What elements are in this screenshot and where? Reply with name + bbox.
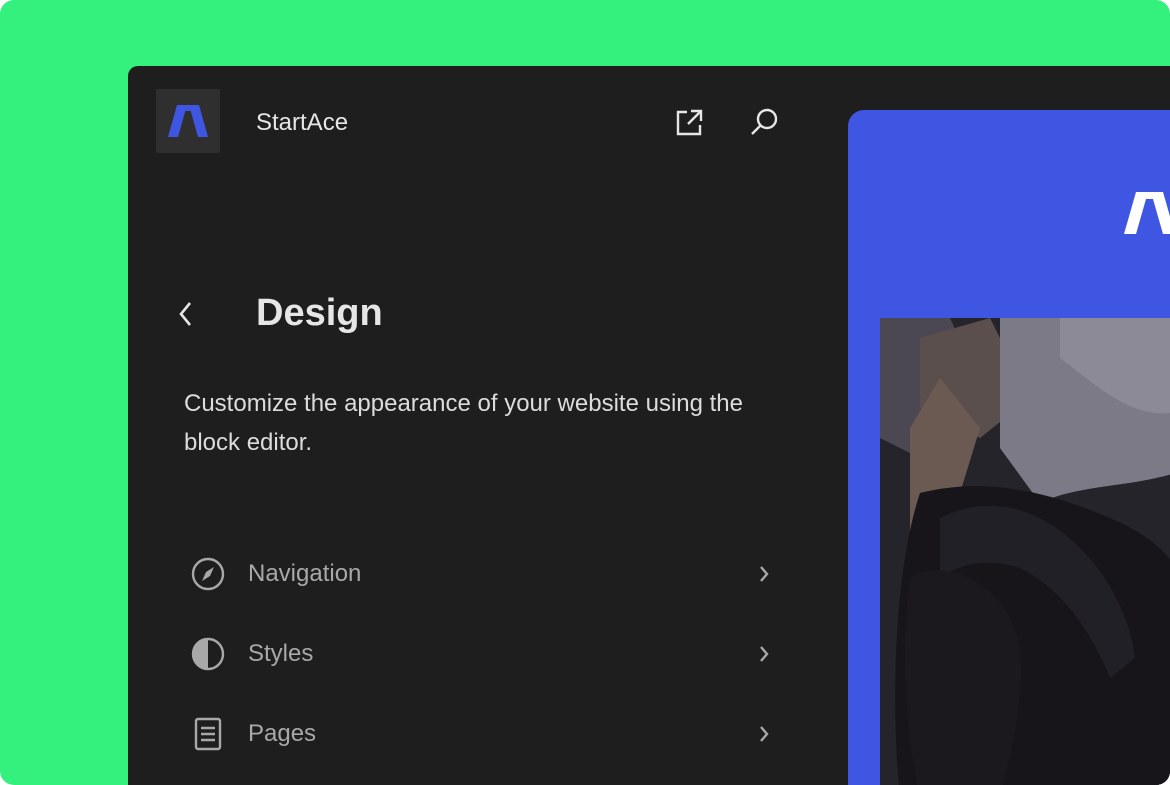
site-preview[interactable] <box>848 110 1170 785</box>
menu-item-styles[interactable]: Styles <box>184 614 784 694</box>
search-button[interactable] <box>744 103 784 143</box>
half-circle-icon <box>191 637 225 671</box>
page-icon <box>194 717 222 751</box>
startace-logo-icon <box>168 105 208 137</box>
chevron-left-icon <box>179 302 192 326</box>
chevron-right-icon <box>760 726 769 742</box>
menu-item-pages[interactable]: Pages <box>184 694 784 774</box>
back-button[interactable] <box>170 296 202 332</box>
preview-logo-icon <box>1124 192 1170 234</box>
view-site-button[interactable] <box>669 103 709 143</box>
chevron-right-icon <box>760 566 769 582</box>
chevron-right-icon <box>760 646 769 662</box>
external-link-icon <box>676 109 703 136</box>
search-icon <box>751 108 778 135</box>
site-editor-window: StartAce Design Customize the appearance… <box>128 66 1170 785</box>
site-title: StartAce <box>256 109 349 136</box>
site-logo-button[interactable] <box>156 89 220 153</box>
panel-description: Customize the appearance of your website… <box>184 390 743 456</box>
menu-item-navigation[interactable]: Navigation <box>184 534 784 614</box>
menu-item-label: Navigation <box>248 560 362 587</box>
page-title: Design <box>256 292 383 334</box>
app-background: StartAce Design Customize the appearance… <box>0 0 1170 785</box>
menu-item-label: Styles <box>248 640 314 667</box>
compass-icon <box>191 557 225 591</box>
design-menu: Navigation Styles Pages <box>184 534 784 774</box>
menu-item-label: Pages <box>248 720 317 747</box>
hero-photo-graphic <box>880 318 1170 785</box>
hero-image <box>880 318 1170 785</box>
